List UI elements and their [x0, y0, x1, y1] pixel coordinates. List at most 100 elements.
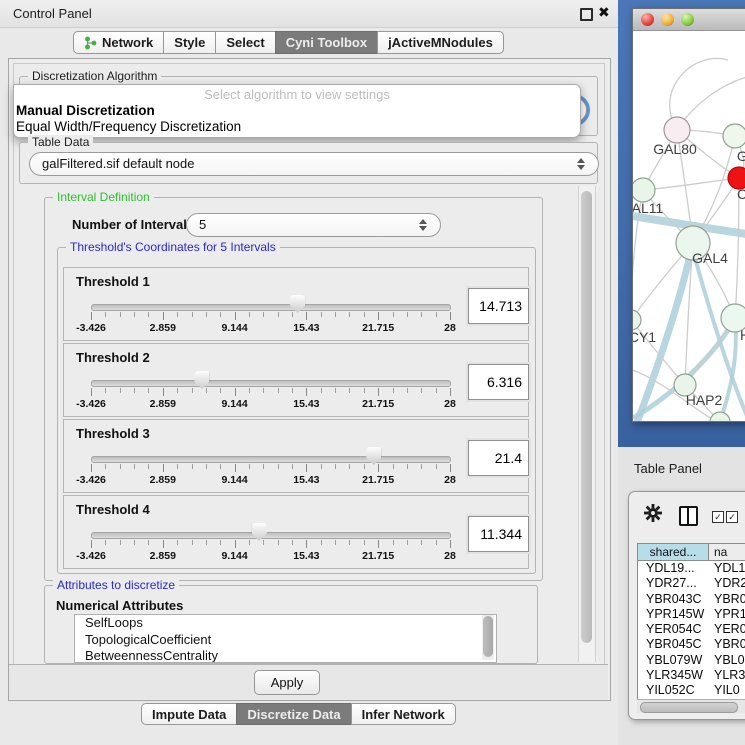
tab-style[interactable]: Style — [163, 31, 216, 54]
shared-name-cell[interactable]: YBR043C — [638, 592, 708, 607]
network-node[interactable] — [710, 412, 730, 421]
tab-infer-network[interactable]: Infer Network — [351, 703, 456, 725]
network-node-gal11[interactable] — [633, 178, 655, 202]
name-cell[interactable]: YER0 — [708, 622, 745, 637]
table-header-row: shared... na — [638, 544, 745, 561]
control-panel-tab-bar: Network Style Select Cyni Toolbox jActiveMNo… — [74, 31, 504, 54]
threshold-value-field[interactable]: 21.4 — [468, 440, 529, 476]
slider-tick-labels: -3.4262.8599.14415.4321.71528 — [91, 550, 450, 562]
table-row[interactable]: YPR145W YPR1 — [638, 607, 745, 622]
tab-label: jActiveMNodules — [388, 35, 493, 50]
threshold-value-field[interactable]: 6.316 — [468, 364, 529, 400]
group-title: Discretization Algorithm — [28, 69, 161, 83]
tab-select[interactable]: Select — [215, 31, 275, 54]
algorithm-dropdown-popup: Select algorithm to view settings Manual… — [13, 84, 581, 138]
table-row[interactable]: YIL052C YIL0 — [638, 683, 745, 698]
shared-name-cell[interactable]: YIL052C — [638, 683, 708, 698]
checkbox-icon[interactable]: ✓ — [712, 511, 724, 523]
tab-impute-data[interactable]: Impute Data — [141, 703, 237, 725]
attribute-item-betweennesscentrality[interactable]: BetweennessCentrality — [75, 648, 496, 663]
tab-label: Infer Network — [362, 707, 445, 722]
table-row[interactable]: YDL19... YDL1 — [638, 561, 745, 576]
table-row[interactable]: YBL079W YBL0 — [638, 653, 745, 668]
dropdown-placeholder-item[interactable]: Select algorithm to view settings — [14, 85, 580, 103]
shared-name-cell[interactable]: YBR045C — [638, 637, 708, 652]
panel-vertical-scrollbar[interactable] — [578, 186, 596, 662]
name-cell[interactable]: YBL0 — [708, 653, 745, 668]
name-cell[interactable]: YBR0 — [708, 592, 745, 607]
table-horizontal-scrollbar[interactable] — [637, 699, 745, 713]
threshold-label: Threshold 3 — [76, 426, 150, 441]
apply-button[interactable]: Apply — [254, 670, 320, 695]
shared-name-cell[interactable]: YDR27... — [638, 576, 708, 591]
threshold-value-field[interactable]: 11.344 — [468, 516, 529, 552]
table-row[interactable]: YBR045C YBR0 — [638, 637, 745, 652]
slider-ticks — [91, 464, 450, 473]
threshold-slider-track[interactable] — [91, 456, 451, 463]
slider-ticks — [91, 540, 450, 549]
tab-cyni-toolbox[interactable]: Cyni Toolbox — [275, 31, 378, 54]
shared-name-cell[interactable]: YLR345W — [638, 668, 708, 683]
number-of-intervals-spinner[interactable]: 5 — [186, 213, 441, 237]
table-row[interactable]: YLR345W YLR3 — [638, 668, 745, 683]
network-window-titlebar[interactable] — [633, 9, 745, 31]
tab-label: Cyni Toolbox — [286, 35, 367, 50]
float-window-icon[interactable] — [580, 8, 593, 21]
gear-icon[interactable] — [644, 504, 662, 527]
tab-jactivemnodules[interactable]: jActiveMNodules — [377, 31, 504, 54]
shared-name-cell[interactable]: YER054C — [638, 622, 708, 637]
shared-name-cell[interactable]: YBL079W — [638, 653, 708, 668]
table-row[interactable]: YER054C YER0 — [638, 622, 745, 637]
threshold-value-field[interactable]: 14.713 — [468, 288, 529, 324]
table-row[interactable]: YBR043C YBR0 — [638, 592, 745, 607]
threshold-label: Threshold 4 — [76, 502, 150, 517]
threshold-panel: Threshold 2 -3.4262.8599.14415.4321.7152… — [63, 343, 529, 417]
attribute-item-selfloops[interactable]: SelfLoops — [75, 615, 496, 632]
name-cell[interactable]: YIL0 — [708, 683, 745, 698]
name-cell[interactable]: YPR1 — [708, 607, 745, 622]
network-node-label: C — [737, 186, 745, 202]
name-cell[interactable]: YDR2 — [708, 576, 745, 591]
threshold-panel: Threshold 4 -3.4262.8599.14415.4321.7152… — [63, 495, 529, 569]
tab-discretize-data[interactable]: Discretize Data — [236, 703, 351, 725]
application-window: Control Panel ✖ NetworkStyleSelectCyni T… — [0, 0, 745, 745]
table-panel-title: Table Panel — [634, 461, 702, 476]
spinner-arrows-icon — [419, 218, 428, 232]
close-icon[interactable]: ✖ — [598, 4, 610, 21]
checkbox-icon[interactable]: ✓ — [726, 511, 738, 523]
network-icon — [84, 36, 97, 50]
dropdown-item-equal-width-frequency-discretization[interactable]: Equal Width/Frequency Discretization — [14, 119, 580, 135]
minimize-traffic-light-icon[interactable] — [661, 13, 674, 26]
network-edge[interactable] — [643, 178, 739, 190]
slider-ticks — [91, 312, 450, 321]
column-header-name[interactable]: na — [709, 544, 745, 560]
threshold-slider-track[interactable] — [91, 304, 451, 311]
close-traffic-light-icon[interactable] — [641, 13, 654, 26]
group-title: Threshold's Coordinates for 5 Intervals — [66, 240, 280, 254]
slider-ticks — [91, 388, 450, 397]
tab-label: Style — [174, 35, 205, 50]
zoom-traffic-light-icon[interactable] — [681, 13, 694, 26]
tab-label: Select — [226, 35, 264, 50]
threshold-slider-track[interactable] — [91, 532, 451, 539]
threshold-panel: Threshold 1 -3.4262.8599.14415.4321.7152… — [63, 267, 529, 341]
attribute-item-topologicalcoefficient[interactable]: TopologicalCoefficient — [75, 632, 496, 649]
column-header-shared-name[interactable]: shared... — [638, 544, 709, 560]
network-node-gcy1[interactable] — [633, 310, 641, 330]
attributes-list-scrollbar[interactable] — [482, 615, 494, 660]
tab-network[interactable]: Network — [73, 31, 164, 54]
network-node-gal80[interactable] — [664, 117, 690, 143]
table-data-combobox[interactable]: galFiltered.sif default node — [29, 152, 599, 176]
name-cell[interactable]: YBR0 — [708, 637, 745, 652]
network-canvas[interactable]: GAL80GACGAL11GAL4GCY1HHAP2 — [633, 30, 745, 421]
numerical-attributes-list[interactable]: SelfLoopsTopologicalCoefficientBetweenne… — [74, 614, 497, 663]
table-row[interactable]: YDR27... YDR2 — [638, 576, 745, 591]
shared-name-cell[interactable]: YDL19... — [638, 561, 708, 576]
shared-name-cell[interactable]: YPR145W — [638, 607, 708, 622]
network-node-ga[interactable] — [723, 124, 745, 148]
threshold-slider-track[interactable] — [91, 380, 451, 387]
name-cell[interactable]: YLR3 — [708, 668, 745, 683]
name-cell[interactable]: YDL1 — [708, 561, 745, 576]
columns-icon[interactable] — [679, 506, 698, 526]
dropdown-item-manual-discretization[interactable]: Manual Discretization — [14, 103, 580, 119]
